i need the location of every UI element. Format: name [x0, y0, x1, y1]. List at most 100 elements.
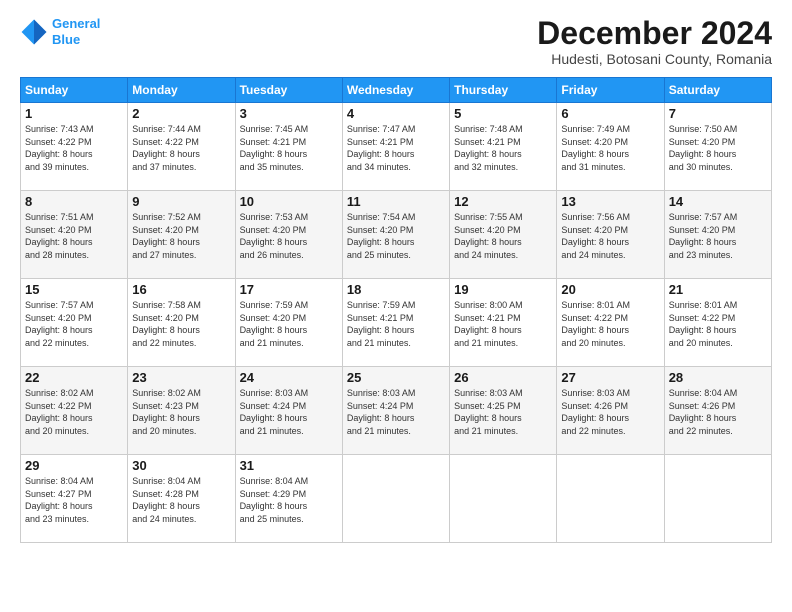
- table-row: 15 Sunrise: 7:57 AMSunset: 4:20 PMDayligh…: [21, 279, 128, 367]
- day-info: Sunrise: 7:51 AMSunset: 4:20 PMDaylight:…: [25, 211, 123, 261]
- day-number: 22: [25, 370, 123, 385]
- header: General Blue December 2024 Hudesti, Boto…: [20, 16, 772, 67]
- table-row: 30Sunrise: 8:04 AMSunset: 4:28 PMDayligh…: [128, 455, 235, 543]
- table-row: 28 Sunrise: 8:04 AMSunset: 4:26 PMDayligh…: [664, 367, 771, 455]
- day-info: Sunrise: 7:50 AMSunset: 4:20 PMDaylight:…: [669, 123, 767, 173]
- table-row: 5 Sunrise: 7:48 AMSunset: 4:21 PMDaylight…: [450, 103, 557, 191]
- day-info: Sunrise: 8:04 AMSunset: 4:28 PMDaylight:…: [132, 475, 230, 525]
- table-row: 27Sunrise: 8:03 AMSunset: 4:26 PMDayligh…: [557, 367, 664, 455]
- col-wednesday: Wednesday: [342, 78, 449, 103]
- day-info: Sunrise: 7:58 AMSunset: 4:20 PMDaylight:…: [132, 299, 230, 349]
- day-number: 29: [25, 458, 123, 473]
- day-number: 24: [240, 370, 338, 385]
- calendar-week-row: 15 Sunrise: 7:57 AMSunset: 4:20 PMDayligh…: [21, 279, 772, 367]
- day-number: 15: [25, 282, 123, 297]
- day-number: 17: [240, 282, 338, 297]
- day-info: Sunrise: 7:54 AMSunset: 4:20 PMDaylight:…: [347, 211, 445, 261]
- day-info: Sunrise: 7:47 AMSunset: 4:21 PMDaylight:…: [347, 123, 445, 173]
- calendar-header-row: Sunday Monday Tuesday Wednesday Thursday…: [21, 78, 772, 103]
- col-sunday: Sunday: [21, 78, 128, 103]
- day-number: 12: [454, 194, 552, 209]
- subtitle: Hudesti, Botosani County, Romania: [537, 51, 772, 67]
- table-row: 31 Sunrise: 8:04 AMSunset: 4:29 PMDayligh…: [235, 455, 342, 543]
- table-row: 19 Sunrise: 8:00 AMSunset: 4:21 PMDayligh…: [450, 279, 557, 367]
- calendar-week-row: 29 Sunrise: 8:04 AMSunset: 4:27 PMDayligh…: [21, 455, 772, 543]
- table-row: 18Sunrise: 7:59 AMSunset: 4:21 PMDayligh…: [342, 279, 449, 367]
- day-info: Sunrise: 7:57 AMSunset: 4:20 PMDaylight:…: [669, 211, 767, 261]
- col-thursday: Thursday: [450, 78, 557, 103]
- col-monday: Monday: [128, 78, 235, 103]
- day-number: 4: [347, 106, 445, 121]
- day-info: Sunrise: 8:03 AMSunset: 4:24 PMDaylight:…: [347, 387, 445, 437]
- logo-icon: [20, 18, 48, 46]
- day-info: Sunrise: 8:04 AMSunset: 4:27 PMDaylight:…: [25, 475, 123, 525]
- table-row: 24Sunrise: 8:03 AMSunset: 4:24 PMDayligh…: [235, 367, 342, 455]
- table-row: 2 Sunrise: 7:44 AMSunset: 4:22 PMDaylight…: [128, 103, 235, 191]
- day-info: Sunrise: 7:43 AMSunset: 4:22 PMDaylight:…: [25, 123, 123, 173]
- col-friday: Friday: [557, 78, 664, 103]
- day-info: Sunrise: 7:45 AMSunset: 4:21 PMDaylight:…: [240, 123, 338, 173]
- day-number: 8: [25, 194, 123, 209]
- table-row: 23Sunrise: 8:02 AMSunset: 4:23 PMDayligh…: [128, 367, 235, 455]
- table-row: 1 Sunrise: 7:43 AMSunset: 4:22 PMDaylight…: [21, 103, 128, 191]
- day-number: 14: [669, 194, 767, 209]
- calendar-week-row: 8 Sunrise: 7:51 AMSunset: 4:20 PMDaylight…: [21, 191, 772, 279]
- day-info: Sunrise: 7:59 AMSunset: 4:21 PMDaylight:…: [347, 299, 445, 349]
- day-number: 1: [25, 106, 123, 121]
- table-row: 7 Sunrise: 7:50 AMSunset: 4:20 PMDaylight…: [664, 103, 771, 191]
- calendar: Sunday Monday Tuesday Wednesday Thursday…: [20, 77, 772, 543]
- day-info: Sunrise: 8:03 AMSunset: 4:25 PMDaylight:…: [454, 387, 552, 437]
- day-number: 6: [561, 106, 659, 121]
- day-number: 3: [240, 106, 338, 121]
- day-info: Sunrise: 7:44 AMSunset: 4:22 PMDaylight:…: [132, 123, 230, 173]
- day-info: Sunrise: 8:03 AMSunset: 4:26 PMDaylight:…: [561, 387, 659, 437]
- table-row: 4 Sunrise: 7:47 AMSunset: 4:21 PMDaylight…: [342, 103, 449, 191]
- table-row: 25Sunrise: 8:03 AMSunset: 4:24 PMDayligh…: [342, 367, 449, 455]
- table-row: 6 Sunrise: 7:49 AMSunset: 4:20 PMDaylight…: [557, 103, 664, 191]
- day-number: 21: [669, 282, 767, 297]
- col-tuesday: Tuesday: [235, 78, 342, 103]
- table-row: 10 Sunrise: 7:53 AMSunset: 4:20 PMDayligh…: [235, 191, 342, 279]
- table-row: [342, 455, 449, 543]
- table-row: 29 Sunrise: 8:04 AMSunset: 4:27 PMDayligh…: [21, 455, 128, 543]
- day-info: Sunrise: 8:01 AMSunset: 4:22 PMDaylight:…: [561, 299, 659, 349]
- day-info: Sunrise: 7:59 AMSunset: 4:20 PMDaylight:…: [240, 299, 338, 349]
- main-title: December 2024: [537, 16, 772, 51]
- day-number: 19: [454, 282, 552, 297]
- day-number: 28: [669, 370, 767, 385]
- day-info: Sunrise: 7:53 AMSunset: 4:20 PMDaylight:…: [240, 211, 338, 261]
- day-number: 5: [454, 106, 552, 121]
- calendar-week-row: 1 Sunrise: 7:43 AMSunset: 4:22 PMDaylight…: [21, 103, 772, 191]
- day-info: Sunrise: 7:55 AMSunset: 4:20 PMDaylight:…: [454, 211, 552, 261]
- day-info: Sunrise: 8:00 AMSunset: 4:21 PMDaylight:…: [454, 299, 552, 349]
- table-row: [557, 455, 664, 543]
- day-info: Sunrise: 8:02 AMSunset: 4:23 PMDaylight:…: [132, 387, 230, 437]
- day-info: Sunrise: 8:04 AMSunset: 4:29 PMDaylight:…: [240, 475, 338, 525]
- col-saturday: Saturday: [664, 78, 771, 103]
- day-info: Sunrise: 7:57 AMSunset: 4:20 PMDaylight:…: [25, 299, 123, 349]
- day-number: 11: [347, 194, 445, 209]
- day-number: 9: [132, 194, 230, 209]
- day-info: Sunrise: 7:49 AMSunset: 4:20 PMDaylight:…: [561, 123, 659, 173]
- table-row: 20 Sunrise: 8:01 AMSunset: 4:22 PMDayligh…: [557, 279, 664, 367]
- table-row: 16Sunrise: 7:58 AMSunset: 4:20 PMDayligh…: [128, 279, 235, 367]
- day-number: 20: [561, 282, 659, 297]
- day-info: Sunrise: 7:48 AMSunset: 4:21 PMDaylight:…: [454, 123, 552, 173]
- table-row: 8 Sunrise: 7:51 AMSunset: 4:20 PMDaylight…: [21, 191, 128, 279]
- day-number: 7: [669, 106, 767, 121]
- table-row: 13Sunrise: 7:56 AMSunset: 4:20 PMDayligh…: [557, 191, 664, 279]
- day-number: 31: [240, 458, 338, 473]
- day-number: 26: [454, 370, 552, 385]
- day-info: Sunrise: 7:56 AMSunset: 4:20 PMDaylight:…: [561, 211, 659, 261]
- day-info: Sunrise: 7:52 AMSunset: 4:20 PMDaylight:…: [132, 211, 230, 261]
- table-row: 22Sunrise: 8:02 AMSunset: 4:22 PMDayligh…: [21, 367, 128, 455]
- table-row: [450, 455, 557, 543]
- table-row: 9 Sunrise: 7:52 AMSunset: 4:20 PMDaylight…: [128, 191, 235, 279]
- day-number: 2: [132, 106, 230, 121]
- day-info: Sunrise: 8:04 AMSunset: 4:26 PMDaylight:…: [669, 387, 767, 437]
- table-row: 3 Sunrise: 7:45 AMSunset: 4:21 PMDaylight…: [235, 103, 342, 191]
- logo: General Blue: [20, 16, 100, 47]
- day-number: 10: [240, 194, 338, 209]
- page: General Blue December 2024 Hudesti, Boto…: [0, 0, 792, 612]
- table-row: 12 Sunrise: 7:55 AMSunset: 4:20 PMDayligh…: [450, 191, 557, 279]
